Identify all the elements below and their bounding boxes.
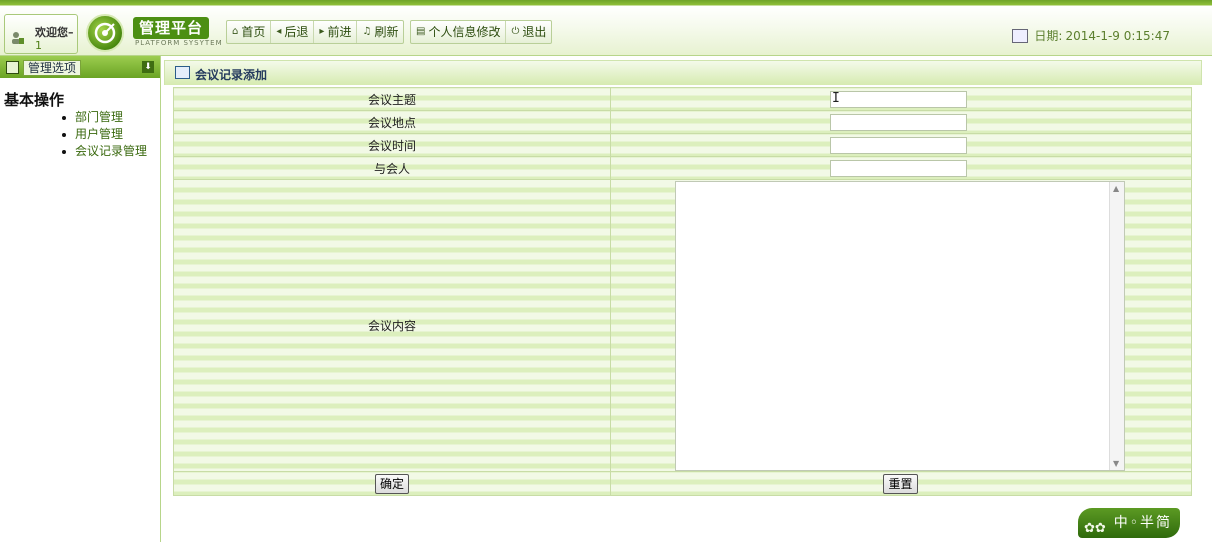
sidebar-title: 管理选项 [23,60,82,76]
home-icon: ⌂ [232,26,239,37]
textarea-scrollbar[interactable]: ▲ ▼ [1109,181,1124,470]
scroll-up-icon[interactable]: ▲ [1113,184,1119,193]
back-icon: ◂ [276,26,282,37]
scroll-down-icon[interactable]: ▼ [1113,459,1119,468]
confirm-button[interactable]: 确定 [374,473,409,494]
table-row: 会议内容 ▲ ▼ [173,179,1192,472]
text-cursor-icon: I [832,91,840,106]
profile-edit-button[interactable]: ▤ 个人信息修改 [411,21,507,43]
profile-icon: ▤ [416,26,426,37]
date-display: 日期: 2014-1-9 0:15:47 [1012,27,1170,44]
table-row: 会议地点 [173,110,1192,134]
nav-forward-button[interactable]: ▸ 前进 [314,21,358,43]
ime-badge-text: 中◦半简 [1113,515,1172,531]
logout-button[interactable]: ⏻ 退出 [506,21,551,43]
logout-label: 退出 [522,25,547,39]
time-input[interactable] [830,136,967,154]
date-value: 2014-1-9 0:15:47 [1065,28,1170,43]
nav-forward-label: 前进 [327,25,352,39]
welcome-box: 欢迎您– 1 [4,14,78,54]
panel-title: 会议记录添加 [195,68,268,82]
sidebar-section-heading: 基本操作 [4,91,65,109]
nav-back-button[interactable]: ◂ 后退 [271,21,315,43]
nav-refresh-button[interactable]: ♫ 刷新 [357,21,403,43]
logo-emblem-icon [86,14,124,52]
main-content: 会议记录添加 会议主题 会议地点 会议时间 与会人 会议内容 ▲ ▼ 确定 重置 [161,56,1212,542]
nav-toolbar: ⌂ 首页 ◂ 后退 ▸ 前进 ♫ 刷新 [226,20,405,44]
logo-title: 管理平台 [133,17,209,39]
grid-icon [6,61,19,74]
user-icon [12,32,24,44]
table-row: 会议主题 [173,87,1192,111]
sidebar-item-department[interactable]: 部门管理 [62,109,147,126]
table-row: 确定 重置 [173,471,1192,496]
ime-badge[interactable]: ✿✿ 中◦半简 [1078,508,1180,538]
welcome-label: 欢迎您– [35,26,74,39]
sidebar-item-users[interactable]: 用户管理 [62,126,147,143]
content-label: 会议内容 [173,179,611,472]
sidebar-header: 管理选项 ⬇ [0,56,160,78]
table-row: 与会人 [173,156,1192,180]
welcome-username: 1 [35,39,42,52]
nav-refresh-label: 刷新 [374,25,399,39]
logo-subtitle: PLATFORM SYSYTEM [135,39,223,47]
flower-icon: ✿✿ [1084,521,1106,536]
power-icon: ⏻ [511,26,520,37]
meeting-form-table: 会议主题 会议地点 会议时间 与会人 会议内容 ▲ ▼ 确定 重置 [173,87,1192,496]
forward-icon: ▸ [319,26,325,37]
subject-input[interactable] [830,90,967,108]
time-label: 会议时间 [173,133,611,157]
window-icon [175,66,190,79]
profile-edit-label: 个人信息修改 [428,25,501,39]
collapse-arrow-icon[interactable]: ⬇ [142,61,154,73]
refresh-icon: ♫ [362,26,372,37]
user-toolbar: ▤ 个人信息修改 ⏻ 退出 [410,20,553,44]
content-textarea[interactable]: ▲ ▼ [675,180,1125,471]
reset-button[interactable]: 重置 [883,473,918,494]
nav-home-label: 首页 [241,25,266,39]
sidebar-item-meeting-records[interactable]: 会议记录管理 [62,143,147,160]
sidebar-menu: 部门管理 用户管理 会议记录管理 [62,109,147,160]
sidebar: 管理选项 ⬇ 基本操作 部门管理 用户管理 会议记录管理 [0,56,161,542]
date-label: 日期: [1034,29,1063,43]
location-label: 会议地点 [173,110,611,134]
nav-back-label: 后退 [284,25,309,39]
location-input[interactable] [830,113,967,131]
table-row: 会议时间 [173,133,1192,157]
participants-input[interactable] [830,159,967,177]
panel-header: 会议记录添加 [164,60,1202,85]
subject-label: 会议主题 [173,87,611,111]
participants-label: 与会人 [173,156,611,180]
nav-home-button[interactable]: ⌂ 首页 [227,21,272,43]
calendar-clock-icon [1012,28,1029,43]
header-bar: 欢迎您– 1 管理平台 PLATFORM SYSYTEM ⌂ 首页 ◂ 后退 ▸… [0,0,1212,56]
